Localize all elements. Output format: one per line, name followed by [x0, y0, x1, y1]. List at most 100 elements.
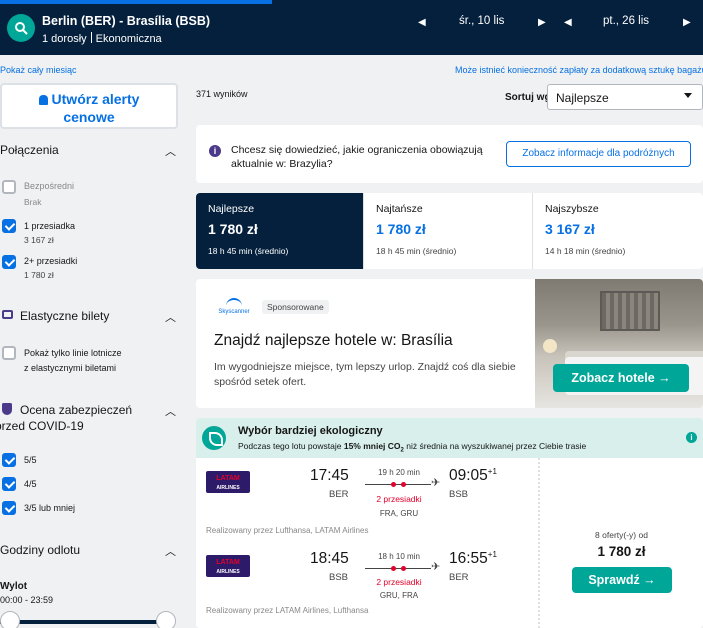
- latam-logo: LATAM AIRLINES: [206, 471, 250, 493]
- lamp: [543, 339, 557, 353]
- cabin-class: Ekonomiczna: [95, 33, 162, 45]
- chevron-up-icon[interactable]: ︿: [165, 309, 176, 325]
- stops-one-label: 1 przesiadka: [24, 221, 76, 231]
- covid-5-label: 5/5: [24, 455, 37, 465]
- sort-label: Sortuj wg: [505, 92, 551, 103]
- depart-date[interactable]: śr., 10 lis: [459, 15, 504, 27]
- tab-fastest[interactable]: Najszybsze 3 167 zł 14 h 18 min (średnio…: [533, 193, 702, 269]
- covid-filter-title-line2: przed COVID-19: [0, 419, 84, 433]
- sunrise-icon: [226, 298, 242, 306]
- plane-icon: ✈: [431, 477, 441, 489]
- skyscanner-logo: Skyscanner: [214, 298, 254, 320]
- route-title[interactable]: Berlin (BER) - Brasília (BSB): [42, 14, 210, 28]
- covid-3-checkbox[interactable]: [2, 501, 16, 515]
- flexible-only-label-line2: z elastycznymi biletami: [24, 363, 117, 373]
- separator: [90, 32, 92, 43]
- stops-one-price: 3 167 zł: [24, 235, 54, 245]
- sort-select[interactable]: Najlepsze: [547, 84, 703, 110]
- airline-name: LATAM: [216, 559, 240, 566]
- return-date[interactable]: pt., 26 lis: [603, 15, 649, 27]
- wall-art: [600, 291, 660, 331]
- latam-logo: LATAM AIRLINES: [206, 555, 250, 577]
- stops-direct-label: Bezpośredni: [24, 181, 75, 191]
- restrictions-question: Chcesz się dowiedzieć, jakie ograniczeni…: [231, 144, 483, 170]
- tab-duration: 18 h 45 min (średnio): [208, 246, 289, 256]
- covid-filter-title-line1[interactable]: Ocena zabezpieczeń: [20, 403, 132, 417]
- logo-text: Skyscanner: [218, 309, 250, 315]
- tab-best[interactable]: Najlepsze 1 780 zł 18 h 45 min (średnio): [196, 193, 364, 269]
- leaf-icon: [202, 426, 226, 450]
- outbound-time-slider[interactable]: [0, 620, 172, 624]
- tab-cheapest[interactable]: Najtańsze 1 780 zł 18 h 45 min (średnio): [364, 193, 533, 269]
- create-price-alert-button[interactable]: Utwórz alerty cenowe: [0, 83, 178, 129]
- chevron-up-icon[interactable]: ︿: [165, 143, 176, 159]
- departure-airport: BER: [329, 489, 349, 500]
- outbound-leg: LATAM AIRLINES 17:45 BER 19 h 20 min ✈ 2 …: [196, 458, 538, 536]
- ad-description: Im wygodniejsze miejsce, tym lepszy urlo…: [214, 361, 516, 388]
- operated-by: Realizowany przez Lufthansa, LATAM Airli…: [206, 526, 369, 535]
- arrival-time-value: 16:55: [449, 550, 488, 568]
- stop-dot: [391, 566, 396, 571]
- flexible-tickets-title[interactable]: Elastyczne bilety: [20, 309, 109, 323]
- alert-button-label-line2: cenowe: [63, 109, 115, 125]
- baggage-fee-link[interactable]: Może istnieć konieczność zapłaty za doda…: [455, 65, 703, 75]
- stops-two-plus-checkbox[interactable]: [2, 255, 16, 269]
- tab-duration: 14 h 18 min (średnio): [545, 246, 626, 256]
- chevron-up-icon[interactable]: ︿: [165, 403, 176, 419]
- route-line: [365, 482, 431, 487]
- airline-sub: AIRLINES: [216, 569, 240, 575]
- stops-two-plus-price: 1 780 zł: [24, 270, 54, 280]
- tab-label: Najszybsze: [545, 203, 599, 215]
- return-next-day-icon[interactable]: ▶: [683, 17, 691, 28]
- stops-filter-title[interactable]: Połączenia: [0, 143, 59, 157]
- slider-max-handle[interactable]: [156, 611, 176, 628]
- divider: [538, 458, 540, 628]
- stop-dot: [401, 566, 406, 571]
- chevron-up-icon[interactable]: ︿: [165, 543, 176, 559]
- edit-search-button[interactable]: [7, 14, 35, 42]
- show-whole-month-link[interactable]: Pokaż cały miesiąc: [0, 65, 77, 75]
- loading-progress-bar: [0, 0, 272, 4]
- tab-price: 1 780 zł: [208, 221, 258, 237]
- flight-result-card[interactable]: Wybór bardziej ekologiczny Podczas tego …: [196, 418, 703, 628]
- ad-title: Znajdź najlepsze hotele w: Brasília: [214, 332, 453, 349]
- flexible-only-checkbox[interactable]: [2, 346, 16, 360]
- bell-icon: [38, 95, 48, 105]
- stops-one-checkbox[interactable]: [2, 219, 16, 233]
- info-icon[interactable]: i: [686, 432, 697, 443]
- depart-next-day-icon[interactable]: ▶: [538, 17, 546, 28]
- tab-price: 3 167 zł: [545, 221, 595, 237]
- select-flight-button[interactable]: Sprawdź →: [572, 567, 672, 593]
- see-hotels-button[interactable]: Zobacz hotele →: [553, 364, 689, 392]
- tab-label: Najlepsze: [208, 203, 255, 215]
- depart-prev-day-icon[interactable]: ◀: [418, 17, 426, 28]
- route-line: [365, 566, 431, 571]
- eco-desc-prefix: Podczas tego lotu powstaje: [238, 441, 344, 451]
- passenger-count: 1 dorosły: [42, 33, 87, 45]
- stops-direct-checkbox[interactable]: [2, 180, 16, 194]
- offers-count: 8 oferty(-y) od: [595, 530, 648, 540]
- covid-4-checkbox[interactable]: [2, 477, 16, 491]
- departure-times-title[interactable]: Godziny odlotu: [0, 543, 80, 557]
- passenger-cabin-summary[interactable]: 1 dorosły Ekonomiczna: [42, 32, 162, 45]
- arrival-airport: BER: [449, 572, 469, 583]
- stopover-airports: GRU, FRA: [379, 591, 419, 600]
- offer-price: 1 780 zł: [597, 544, 646, 559]
- day-offset: +1: [487, 467, 497, 476]
- departure-time: 17:45: [310, 467, 349, 484]
- departure-time: 18:45: [310, 550, 349, 567]
- search-icon: [15, 22, 28, 35]
- arrival-time: 16:55+1: [449, 550, 497, 568]
- chevron-down-icon: [684, 93, 692, 98]
- covid-3-label: 3/5 lub mniej: [24, 503, 76, 513]
- return-prev-day-icon[interactable]: ◀: [564, 17, 572, 28]
- travel-info-button[interactable]: Zobacz informacje dla podróżnych: [506, 141, 691, 167]
- slider-min-handle[interactable]: [0, 611, 20, 628]
- alert-button-label-line1: Utwórz alerty: [51, 91, 140, 107]
- covid-5-checkbox[interactable]: [2, 453, 16, 467]
- eco-banner: Wybór bardziej ekologiczny Podczas tego …: [196, 418, 703, 458]
- tab-price: 1 780 zł: [376, 221, 426, 237]
- departure-airport: BSB: [329, 572, 349, 583]
- travel-restrictions-card: i Chcesz się dowiedzieć, jakie ogranicze…: [196, 125, 703, 183]
- flexible-only-label-line1: Pokaż tylko linie lotnicze: [24, 348, 122, 358]
